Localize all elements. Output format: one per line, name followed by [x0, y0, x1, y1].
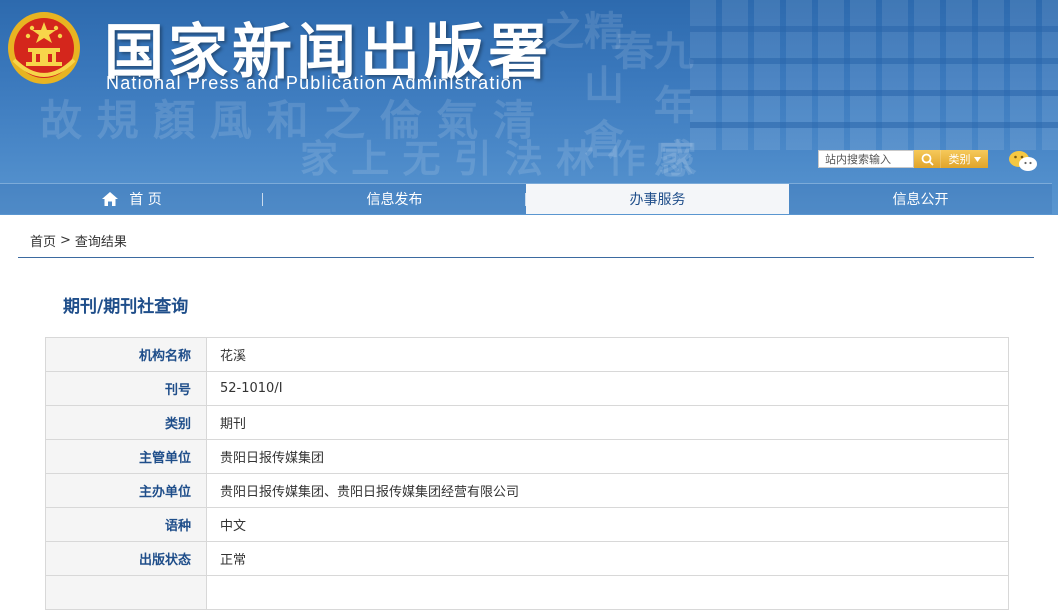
site-subtitle: National Press and Publication Administr… [106, 73, 524, 93]
field-value [206, 575, 1009, 610]
breadcrumb-separator: > [60, 233, 71, 248]
search-input[interactable] [818, 150, 914, 168]
field-label: 类别 [45, 405, 207, 440]
nav-item-label: 信息发布 [366, 192, 423, 208]
nav-item-label: 首 页 [129, 192, 162, 208]
field-value: 期刊 [206, 405, 1009, 440]
nav-item-home[interactable]: 首 页 [0, 184, 263, 214]
calligraphy-decoration: 精 山 倉 之 [537, 10, 624, 158]
field-label [45, 575, 207, 610]
nav-item-label: 信息公开 [892, 192, 949, 208]
field-label: 刊号 [45, 371, 207, 406]
home-icon [102, 192, 119, 206]
field-value: 花溪 [206, 337, 1009, 372]
table-row: 类别 期刊 [45, 405, 1009, 440]
nav-item-services[interactable]: 办事服务 [526, 184, 789, 214]
field-value: 正常 [206, 541, 1009, 576]
wechat-icon[interactable] [1008, 149, 1038, 173]
nav-item-info-release[interactable]: 信息发布 [263, 184, 526, 214]
field-label: 主管单位 [45, 439, 207, 474]
calligraphy-decoration: 故 規 顏 風 和 之 倫 氣 清 [40, 96, 535, 145]
dropdown-arrow-icon [973, 156, 981, 162]
calligraphy-decoration: 九 年 感 春 [607, 30, 694, 178]
table-row: 主办单位 贵阳日报传媒集团、贵阳日报传媒集团经营有限公司 [45, 473, 1009, 508]
field-label: 机构名称 [45, 337, 207, 372]
national-emblem-icon [8, 12, 80, 84]
field-value: 中文 [206, 507, 1009, 542]
breadcrumb: 首页 > 查询结果 [30, 231, 127, 250]
breadcrumb-current: 查询结果 [74, 235, 127, 250]
nav-item-label: 办事服务 [629, 192, 686, 208]
category-label: 类别 [948, 153, 971, 166]
calligraphy-decoration: 家 上 无 引 法 林 作 家 [300, 136, 697, 181]
table-row: 刊号 52-1010/I [45, 371, 1009, 406]
field-value: 贵阳日报传媒集团、贵阳日报传媒集团经营有限公司 [206, 473, 1009, 508]
field-label: 出版状态 [45, 541, 207, 576]
field-value: 贵阳日报传媒集团 [206, 439, 1009, 474]
result-table: 机构名称 花溪 刊号 52-1010/I 类别 期刊 主管单位 贵阳日报传媒集团… [45, 337, 1009, 610]
breadcrumb-home-link[interactable]: 首页 [30, 231, 56, 250]
category-dropdown[interactable]: 类别 [940, 150, 988, 168]
search-icon [921, 153, 934, 166]
main-nav: 首 页 信息发布 办事服务 信息公开 [0, 183, 1052, 214]
search-button[interactable] [914, 150, 940, 168]
table-row: 主管单位 贵阳日报传媒集团 [45, 439, 1009, 474]
section-title: 期刊/期刊社查询 [63, 297, 189, 317]
table-row: 机构名称 花溪 [45, 337, 1009, 372]
site-header: 故 規 顏 風 和 之 倫 氣 清 家 上 无 引 法 林 作 家 精 山 倉 … [0, 0, 1058, 215]
tile-pattern [690, 0, 1058, 150]
field-label: 语种 [45, 507, 207, 542]
table-row [45, 575, 1009, 610]
nav-item-info-disclosure[interactable]: 信息公开 [789, 184, 1052, 214]
table-row: 出版状态 正常 [45, 541, 1009, 576]
table-row: 语种 中文 [45, 507, 1009, 542]
divider [18, 257, 1034, 258]
field-label: 主办单位 [45, 473, 207, 508]
field-value: 52-1010/I [206, 371, 1009, 406]
